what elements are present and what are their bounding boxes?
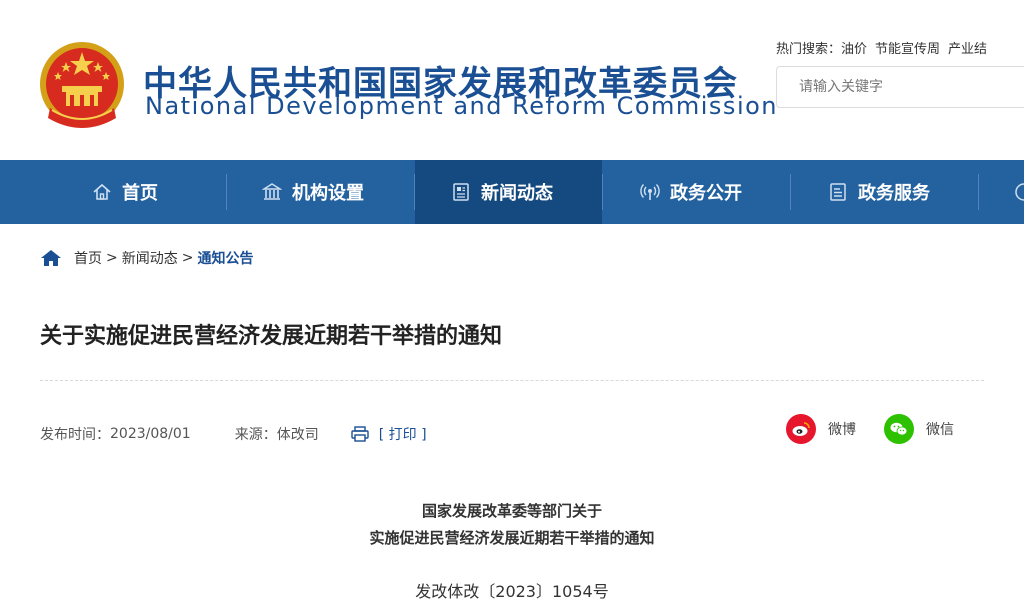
nav-label: 政务公开: [670, 183, 742, 204]
hot-term[interactable]: 产业结: [948, 42, 987, 57]
broadcast-icon: [640, 184, 660, 200]
breadcrumb-separator: >: [181, 250, 194, 266]
nav-label: 机构设置: [292, 183, 364, 204]
breadcrumb-current[interactable]: 通知公告: [197, 248, 253, 268]
printer-icon: [351, 426, 369, 442]
search-box: [776, 66, 1024, 108]
nav-divider: [226, 174, 227, 210]
main-nav: 首页 机构设置 新闻动态 政务公开 政务服务: [0, 160, 1024, 224]
nav-item-org[interactable]: 机构设置: [262, 160, 412, 224]
nav-item-services[interactable]: 政务服务: [828, 160, 978, 224]
share-weibo[interactable]: 微博: [786, 414, 856, 444]
hot-term[interactable]: 油价: [841, 42, 867, 57]
nav-divider: [790, 174, 791, 210]
publish-date: 2023/08/01: [110, 426, 191, 442]
nav-label: 新闻动态: [481, 183, 553, 204]
news-icon: [453, 183, 469, 201]
hot-search-label: 热门搜索：: [776, 42, 842, 57]
breadcrumb-news[interactable]: 新闻动态: [122, 248, 178, 268]
article-meta: 发布时间： 2023/08/01 来源： 体改司 [ 打印 ]: [40, 424, 427, 444]
document-heading-line1: 国家发展改革委等部门关于: [421, 502, 602, 520]
source-label: 来源：: [234, 427, 277, 443]
site-header: 中华人民共和国国家发展和改革委员会 National Development a…: [0, 0, 1024, 160]
share-wechat[interactable]: 微信: [884, 414, 954, 444]
weibo-icon: [786, 414, 816, 444]
national-emblem-logo[interactable]: [36, 38, 128, 134]
article-title: 关于实施促进民营经济发展近期若干举措的通知: [40, 324, 503, 349]
hot-term[interactable]: 节能宣传周: [875, 42, 940, 57]
breadcrumb-home[interactable]: 首页: [74, 248, 102, 268]
nav-label: 政务服务: [858, 183, 930, 204]
wechat-icon: [884, 414, 914, 444]
nav-item-home[interactable]: 首页: [92, 160, 222, 224]
weibo-label: 微博: [828, 422, 856, 438]
wechat-label: 微信: [926, 422, 954, 438]
more-nav-icon[interactable]: [1014, 182, 1024, 202]
document-heading-line2: 实施促进民营经济发展近期若干举措的通知: [369, 529, 655, 547]
source-value: 体改司: [276, 427, 319, 443]
search-input[interactable]: [777, 67, 1024, 107]
print-label: [ 打印 ]: [378, 427, 427, 443]
nav-item-news[interactable]: 新闻动态: [415, 160, 602, 224]
document-number: 发改体改〔2023〕1054号: [415, 582, 609, 601]
print-button[interactable]: [ 打印 ]: [351, 424, 427, 444]
breadcrumb: 首页 > 新闻动态 > 通知公告: [40, 248, 253, 268]
site-title-en: National Development and Reform Commissi…: [145, 92, 778, 120]
home-icon[interactable]: [40, 249, 62, 267]
document-icon: [830, 183, 846, 201]
nav-item-public-affairs[interactable]: 政务公开: [640, 160, 790, 224]
breadcrumb-separator: >: [106, 250, 118, 266]
publish-label: 发布时间：: [40, 427, 110, 443]
home-icon: [93, 183, 111, 200]
building-icon: [262, 183, 282, 200]
hot-search: 热门搜索：油价 节能宣传周 产业结: [776, 38, 995, 57]
nav-divider: [602, 174, 603, 210]
nav-label: 首页: [122, 183, 158, 204]
divider: [40, 380, 984, 381]
nav-divider: [978, 174, 979, 210]
